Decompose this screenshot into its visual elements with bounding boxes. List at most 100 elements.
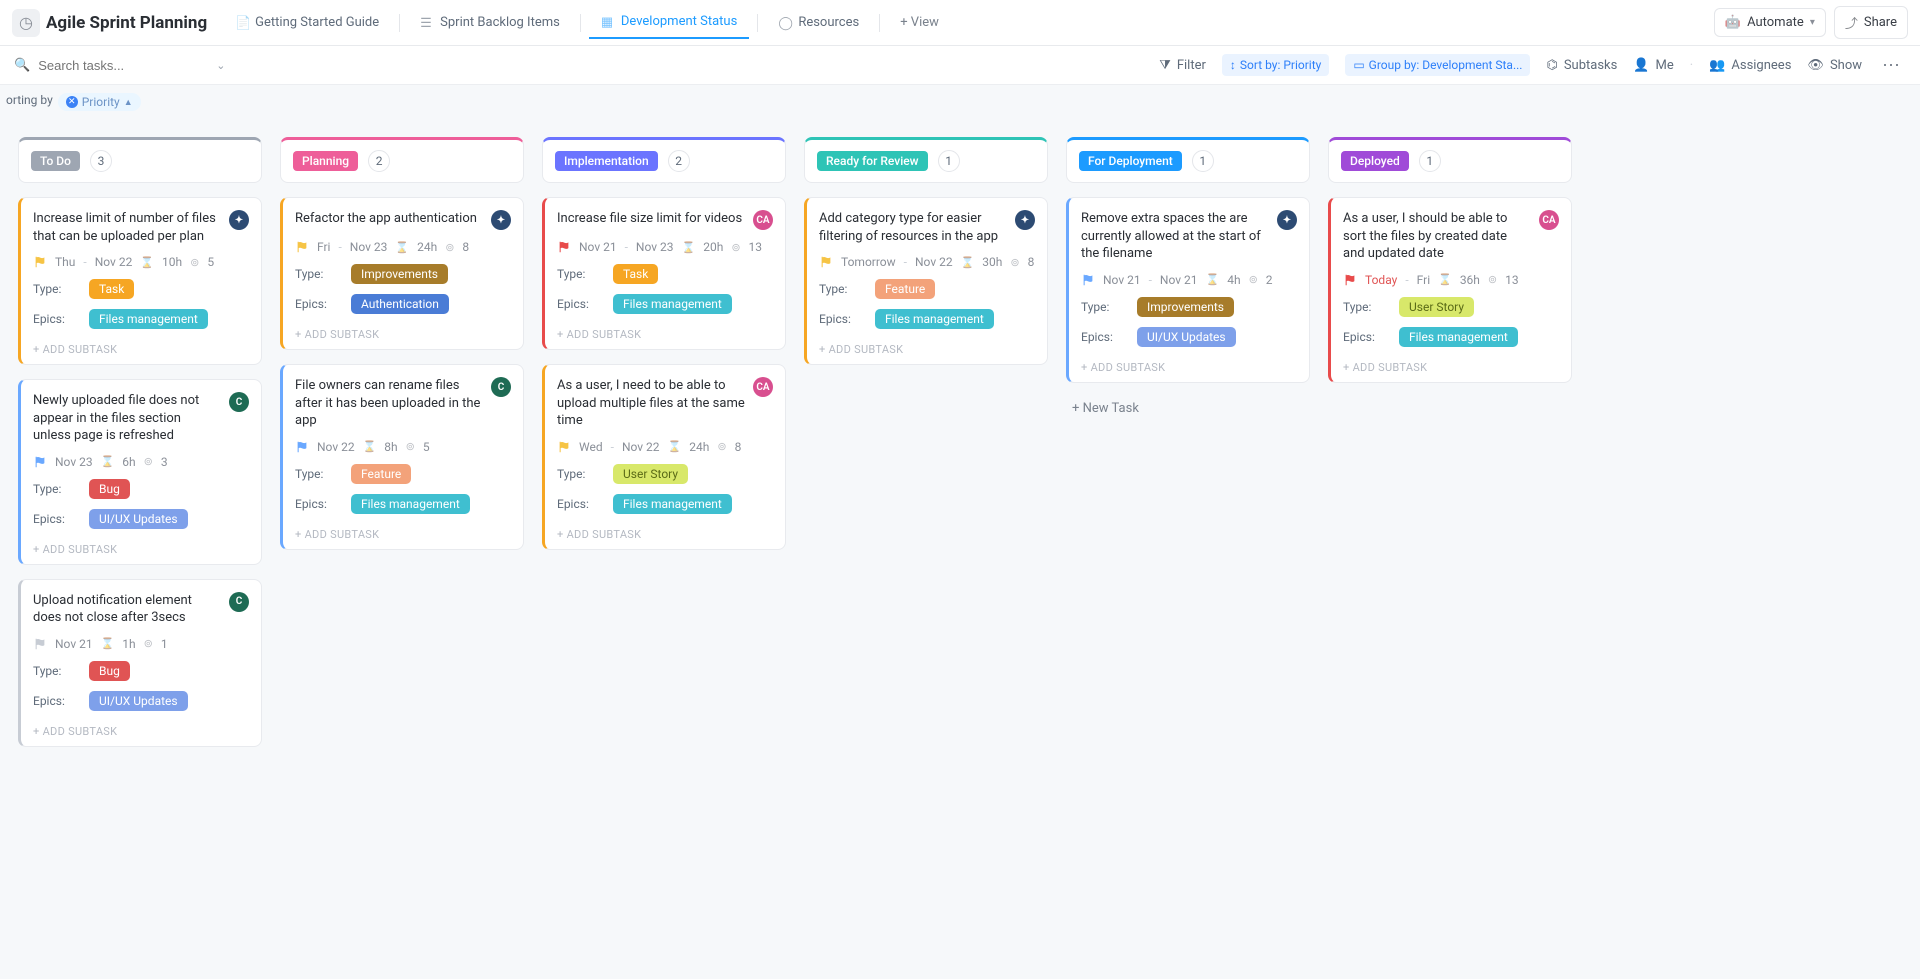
card-meta: Wed -Nov 22 ⌛24h ⊚8 <box>557 440 773 454</box>
card-meta: Nov 21 ⌛1h ⊚1 <box>33 637 249 651</box>
date-start: Nov 21 <box>55 637 93 651</box>
close-icon[interactable]: ✕ <box>66 96 78 108</box>
assignee-avatar[interactable]: C <box>229 592 249 612</box>
add-view-button[interactable]: + View <box>888 7 951 38</box>
assignees-button[interactable]: 👥Assignees <box>1709 58 1791 73</box>
sort-chip[interactable]: ✕ Priority ▲ <box>58 93 141 111</box>
type-tag[interactable]: User Story <box>613 464 688 484</box>
assignee-avatar[interactable]: CA <box>1539 210 1559 230</box>
task-card[interactable]: As a user, I should be able to sort the … <box>1328 197 1572 383</box>
time-estimate-icon: ⌛ <box>395 241 409 254</box>
type-tag[interactable]: Improvements <box>351 264 448 284</box>
sortbar: orting by ✕ Priority ▲ <box>0 85 1920 119</box>
epic-tag[interactable]: Files management <box>613 494 732 514</box>
type-label: Type: <box>33 282 75 296</box>
column-header[interactable]: For Deployment1 <box>1066 137 1310 183</box>
search-input[interactable] <box>38 58 208 73</box>
column-header[interactable]: Planning2 <box>280 137 524 183</box>
priority-flag-icon[interactable] <box>1081 273 1095 287</box>
task-card[interactable]: Newly uploaded file does not appear in t… <box>18 379 262 565</box>
tab-icon: ▦ <box>601 15 615 29</box>
assignee-avatar[interactable]: ✦ <box>491 210 511 230</box>
add-subtask-button[interactable]: + ADD SUBTASK <box>33 721 249 738</box>
subtask-count-icon: ⊚ <box>1010 256 1019 269</box>
type-tag[interactable]: Task <box>89 279 134 299</box>
epic-tag[interactable]: UI/UX Updates <box>1137 327 1236 347</box>
epic-tag[interactable]: UI/UX Updates <box>89 509 188 529</box>
show-button[interactable]: 👁Show <box>1807 58 1862 73</box>
epic-tag[interactable]: Files management <box>351 494 470 514</box>
assignee-avatar[interactable]: ✦ <box>1015 210 1035 230</box>
add-subtask-button[interactable]: + ADD SUBTASK <box>295 524 511 541</box>
subtask-count-icon: ⊚ <box>190 256 199 269</box>
epic-tag[interactable]: Files management <box>875 309 994 329</box>
assignee-avatar[interactable]: ✦ <box>229 210 249 230</box>
type-tag[interactable]: User Story <box>1399 297 1474 317</box>
column-header[interactable]: Deployed1 <box>1328 137 1572 183</box>
date-end: Nov 22 <box>95 255 133 269</box>
tab-development-status[interactable]: ▦Development Status <box>589 6 749 39</box>
task-card[interactable]: Refactor the app authentication ✦ Fri -N… <box>280 197 524 350</box>
more-icon[interactable]: ⋯ <box>1878 55 1906 76</box>
add-subtask-button[interactable]: + ADD SUBTASK <box>1343 357 1559 374</box>
priority-flag-icon[interactable] <box>33 455 47 469</box>
subtasks-button[interactable]: ⌬Subtasks <box>1546 58 1617 73</box>
assignee-avatar[interactable]: ✦ <box>1277 210 1297 230</box>
filter-button[interactable]: ⧩Filter <box>1159 58 1206 73</box>
epic-tag[interactable]: UI/UX Updates <box>89 691 188 711</box>
sort-pill[interactable]: ↕Sort by: Priority <box>1222 54 1329 76</box>
type-tag[interactable]: Bug <box>89 661 130 681</box>
priority-flag-icon[interactable] <box>819 255 833 269</box>
epic-tag[interactable]: Files management <box>1399 327 1518 347</box>
column-header[interactable]: Ready for Review1 <box>804 137 1048 183</box>
tab-resources[interactable]: ◯Resources <box>766 7 871 38</box>
tab-icon: ◯ <box>778 16 792 30</box>
assignee-avatar[interactable]: C <box>491 377 511 397</box>
people-icon: 👥 <box>1709 58 1725 73</box>
add-subtask-button[interactable]: + ADD SUBTASK <box>33 339 249 356</box>
add-subtask-button[interactable]: + ADD SUBTASK <box>557 324 773 341</box>
type-tag[interactable]: Bug <box>89 479 130 499</box>
add-subtask-button[interactable]: + ADD SUBTASK <box>33 539 249 556</box>
priority-flag-icon[interactable] <box>557 440 571 454</box>
group-pill[interactable]: ▭Group by: Development Sta... <box>1345 54 1530 76</box>
add-subtask-button[interactable]: + ADD SUBTASK <box>557 524 773 541</box>
task-card[interactable]: Remove extra spaces the are currently al… <box>1066 197 1310 383</box>
priority-flag-icon[interactable] <box>33 637 47 651</box>
add-subtask-button[interactable]: + ADD SUBTASK <box>1081 357 1297 374</box>
task-card[interactable]: Increase limit of number of files that c… <box>18 197 262 365</box>
add-subtask-button[interactable]: + ADD SUBTASK <box>295 324 511 341</box>
priority-flag-icon[interactable] <box>557 240 571 254</box>
new-task-button[interactable]: + New Task <box>1066 397 1310 420</box>
add-subtask-button[interactable]: + ADD SUBTASK <box>819 339 1035 356</box>
share-button[interactable]: ⤴ Share <box>1834 6 1908 39</box>
type-tag[interactable]: Improvements <box>1137 297 1234 317</box>
type-tag[interactable]: Feature <box>351 464 411 484</box>
epic-tag[interactable]: Files management <box>89 309 208 329</box>
priority-flag-icon[interactable] <box>295 240 309 254</box>
priority-flag-icon[interactable] <box>1343 273 1357 287</box>
type-tag[interactable]: Feature <box>875 279 935 299</box>
automate-button[interactable]: 🤖 Automate ▾ <box>1714 8 1826 37</box>
task-card[interactable]: Add category type for easier filtering o… <box>804 197 1048 365</box>
subtask-count: 8 <box>462 240 469 254</box>
task-card[interactable]: File owners can rename files after it ha… <box>280 364 524 550</box>
column-header[interactable]: Implementation2 <box>542 137 786 183</box>
epic-tag[interactable]: Files management <box>613 294 732 314</box>
tab-sprint-backlog-items[interactable]: ☰Sprint Backlog Items <box>408 7 572 38</box>
assignee-avatar[interactable]: CA <box>753 377 773 397</box>
assignee-avatar[interactable]: C <box>229 392 249 412</box>
type-tag[interactable]: Task <box>613 264 658 284</box>
time-estimate: 24h <box>417 240 437 254</box>
me-button[interactable]: 👤Me <box>1633 58 1673 73</box>
tab-getting-started-guide[interactable]: 📄Getting Started Guide <box>223 7 391 38</box>
epic-tag[interactable]: Authentication <box>351 294 449 314</box>
task-card[interactable]: Upload notification element does not clo… <box>18 579 262 747</box>
priority-flag-icon[interactable] <box>33 255 47 269</box>
priority-flag-icon[interactable] <box>295 440 309 454</box>
task-card[interactable]: As a user, I need to be able to upload m… <box>542 364 786 550</box>
task-card[interactable]: Increase file size limit for videos CA N… <box>542 197 786 350</box>
chevron-down-icon[interactable]: ⌄ <box>216 59 225 72</box>
assignee-avatar[interactable]: CA <box>753 210 773 230</box>
column-header[interactable]: To Do3 <box>18 137 262 183</box>
